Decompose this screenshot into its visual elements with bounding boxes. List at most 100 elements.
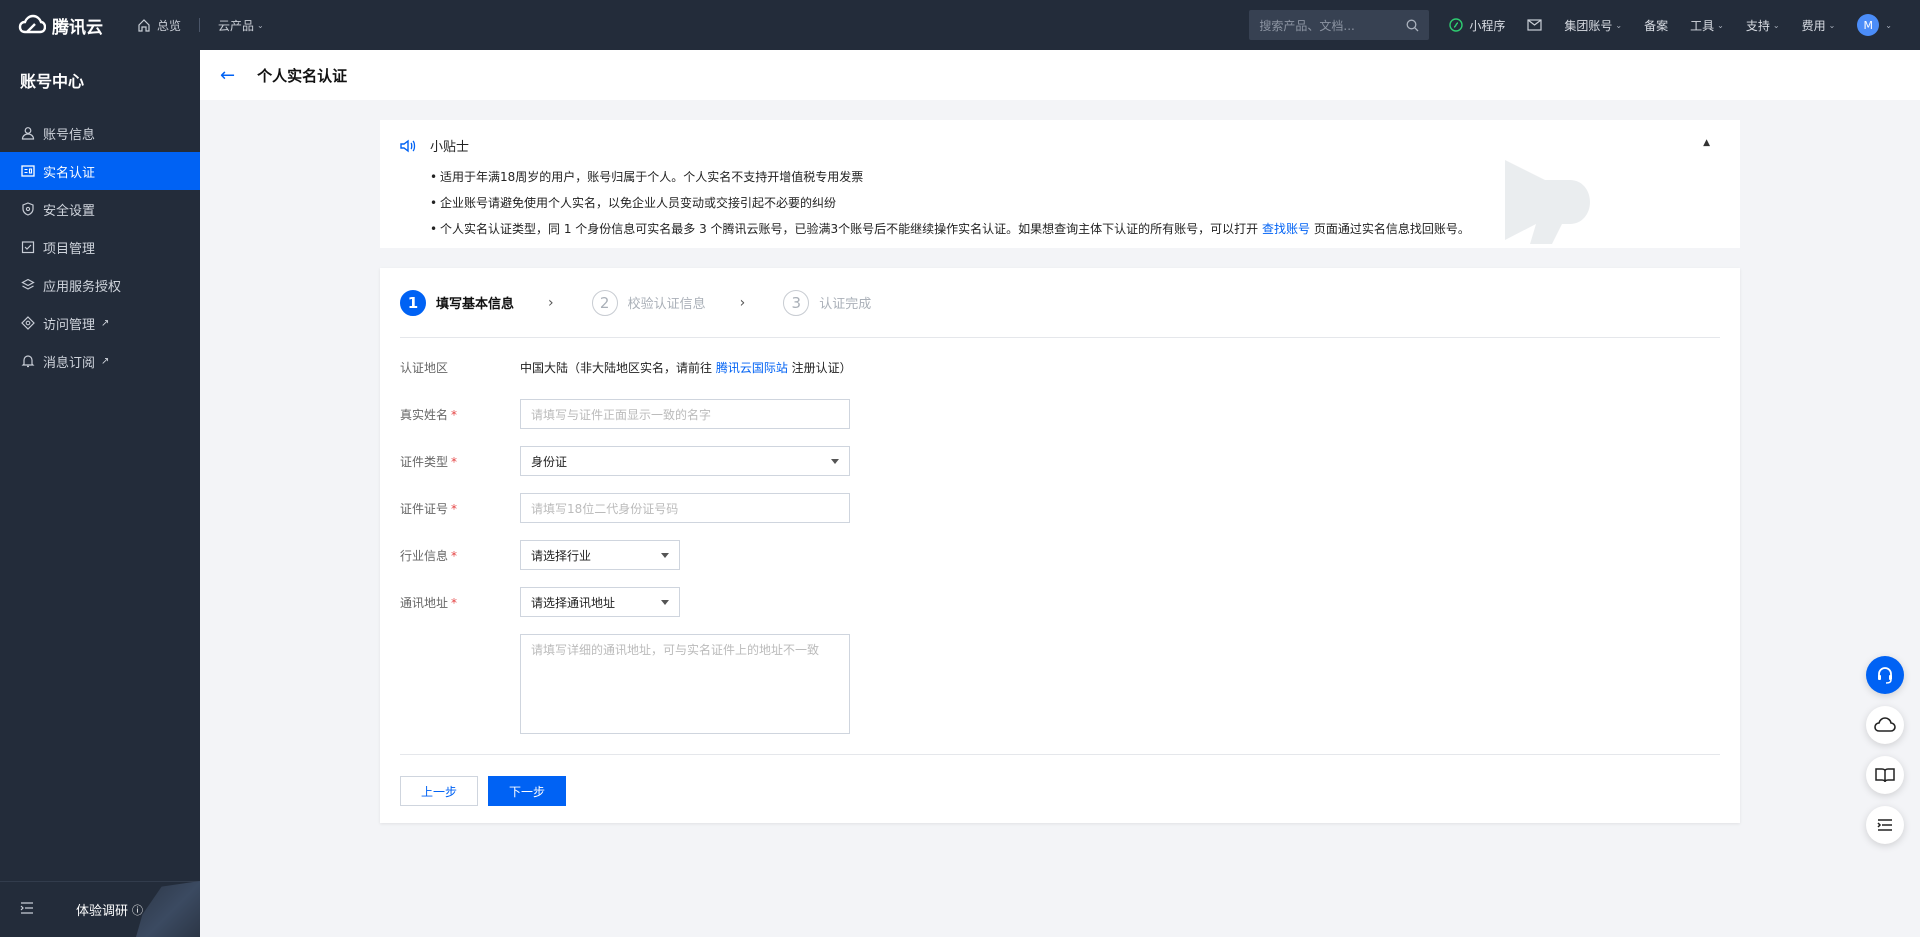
support-menu[interactable]: 支持 ⌄ (1746, 17, 1780, 34)
find-account-link[interactable]: 查找账号 (1262, 222, 1310, 236)
verification-card: 1 填写基本信息 › 2 校验认证信息 › 3 认证完成 认证地区 中国大陆（非大陆地… (380, 268, 1740, 823)
user-menu[interactable]: M ⌄ (1857, 14, 1892, 36)
docs-button[interactable] (1866, 756, 1904, 794)
required-mark: * (451, 595, 458, 610)
tips-title: 小贴士 (430, 140, 470, 155)
external-link-icon: ↗ (101, 355, 110, 367)
products-menu[interactable]: 云产品 ⌄ (218, 17, 264, 34)
chevron-down-icon: ⌄ (1885, 20, 1892, 30)
chevron-down-icon: ⌄ (1717, 20, 1724, 30)
top-bar: 腾讯云 总览 云产品 ⌄ 搜索产品、文档... 小程序 集团账号 ⌄ 备案 工具 ⌄ … (0, 0, 1920, 50)
layers-icon (20, 277, 36, 293)
external-link-icon: ↗ (101, 317, 110, 329)
sidebar-item-label: 项目管理 (43, 241, 96, 257)
sidebar-item-label: 账号信息 (43, 127, 96, 143)
dropdown-arrow-icon (661, 552, 669, 558)
filing-link[interactable]: 备案 (1644, 17, 1668, 34)
group-account-menu[interactable]: 集团账号 ⌄ (1564, 17, 1622, 34)
collapse-menu-icon[interactable] (20, 902, 34, 917)
address-select[interactable]: 请选择通讯地址 (520, 587, 680, 617)
sidebar-footer: 体验调研 ⓘ (0, 881, 200, 937)
chevron-down-icon: ⌄ (1772, 20, 1780, 30)
industry-label: 行业信息 (400, 548, 449, 563)
mini-program-link[interactable]: 小程序 (1449, 17, 1505, 34)
id-card-icon (20, 163, 36, 179)
chevron-down-icon: ⌄ (257, 20, 264, 30)
mini-program-icon (1449, 18, 1464, 32)
overview-link[interactable]: 总览 (137, 17, 181, 34)
required-mark: * (451, 407, 458, 422)
user-icon (20, 125, 36, 141)
info-icon: ⓘ (132, 903, 144, 917)
collapse-tips-icon[interactable]: ▲ (1703, 138, 1710, 148)
prev-step-button[interactable]: 上一步 (400, 776, 478, 806)
speaker-icon (400, 139, 416, 152)
sidebar-item-account-info[interactable]: 账号信息 (0, 114, 200, 152)
customer-service-button[interactable] (1866, 656, 1904, 694)
sidebar-item-label: 消息订阅 (43, 355, 96, 371)
address-row: 通讯地址 * 请选择通讯地址 (400, 587, 1720, 617)
id-number-input[interactable]: 请填写18位二代身份证号码 (520, 493, 850, 523)
sidebar-item-app-auth[interactable]: 应用服务授权 (0, 266, 200, 304)
brand-logo[interactable]: 腾讯云 (18, 13, 103, 38)
list-icon (1877, 819, 1892, 831)
sidebar-item-label: 应用服务授权 (43, 279, 122, 295)
dropdown-arrow-icon (661, 599, 669, 605)
sidebar-title: 账号中心 (20, 72, 85, 91)
name-label: 真实姓名 (400, 407, 449, 422)
id-type-select[interactable]: 身份证 (520, 446, 850, 476)
step-1: 1 填写基本信息 (400, 289, 514, 316)
sidebar-item-projects[interactable]: 项目管理 (0, 228, 200, 266)
dropdown-arrow-icon (831, 458, 839, 464)
search-icon[interactable] (1406, 19, 1419, 32)
billing-menu[interactable]: 费用 ⌄ (1802, 17, 1836, 34)
search-input[interactable]: 搜索产品、文档... (1249, 10, 1430, 40)
chevron-right-icon: › (739, 294, 746, 311)
chevron-down-icon: ⌄ (1828, 20, 1836, 30)
address-detail-textarea[interactable]: 请填写详细的通讯地址，可与实名证件上的地址不一致 (520, 634, 850, 734)
tips-panel: 小贴士 适用于年满18周岁的用户，账号归属于个人。个人实名不支持开增值税专用发票… (380, 120, 1740, 248)
survey-link[interactable]: 体验调研 ⓘ (76, 900, 144, 920)
chevron-down-icon: ⌄ (1615, 20, 1623, 30)
brand-name: 腾讯云 (52, 17, 103, 38)
divider (400, 754, 1720, 755)
verification-form: 认证地区 中国大陆（非大陆地区实名，请前往 腾讯云国际站 注册认证） 真实姓名 *… (400, 338, 1720, 806)
industry-select[interactable]: 请选择行业 (520, 540, 680, 570)
step-3: 3 认证完成 (783, 289, 871, 316)
real-name-input[interactable]: 请填写与证件正面显示一致的名字 (520, 399, 850, 429)
book-icon (1875, 768, 1895, 783)
sidebar-item-verification[interactable]: 实名认证 (0, 152, 200, 190)
cloud-assistant-button[interactable] (1866, 706, 1904, 744)
list-menu-button[interactable] (1866, 806, 1904, 844)
cloud-logo-icon (18, 14, 46, 34)
id-number-label: 证件证号 (400, 501, 449, 516)
region-value: 中国大陆（非大陆地区实名，请前往 腾讯云国际站 注册认证） (520, 360, 852, 375)
id-number-row: 证件证号 * 请填写18位二代身份证号码 (400, 493, 1720, 523)
sidebar-item-label: 访问管理 (43, 317, 96, 333)
name-row: 真实姓名 * 请填写与证件正面显示一致的名字 (400, 399, 1720, 429)
sidebar-item-security[interactable]: 安全设置 (0, 190, 200, 228)
mail-icon[interactable] (1527, 19, 1543, 31)
sidebar: 账号中心 账号信息 实名认证 安全设置 项目管理 应用服务授权 访问管理 ↗ 消… (0, 50, 200, 937)
intl-site-link[interactable]: 腾讯云国际站 (716, 361, 788, 375)
home-icon (138, 19, 150, 32)
required-mark: * (451, 548, 458, 563)
required-mark: * (451, 454, 458, 469)
bell-icon (20, 353, 36, 369)
page-header: ← 个人实名认证 (200, 50, 1920, 100)
region-label: 认证地区 (400, 360, 449, 375)
shield-icon (20, 201, 36, 217)
access-icon (20, 315, 36, 331)
project-icon (20, 239, 36, 255)
address-label: 通讯地址 (400, 595, 449, 610)
next-step-button[interactable]: 下一步 (488, 776, 566, 806)
sidebar-item-access[interactable]: 访问管理 ↗ (0, 304, 200, 342)
region-row: 认证地区 中国大陆（非大陆地区实名，请前往 腾讯云国际站 注册认证） (400, 352, 1720, 382)
megaphone-watermark-icon (1505, 160, 1590, 244)
back-arrow-icon[interactable]: ← (220, 65, 235, 86)
page-title: 个人实名认证 (257, 66, 348, 85)
sidebar-item-subscriptions[interactable]: 消息订阅 ↗ (0, 342, 200, 380)
tools-menu[interactable]: 工具 ⌄ (1690, 17, 1724, 34)
required-mark: * (451, 501, 458, 516)
footer-decoration (136, 881, 200, 937)
